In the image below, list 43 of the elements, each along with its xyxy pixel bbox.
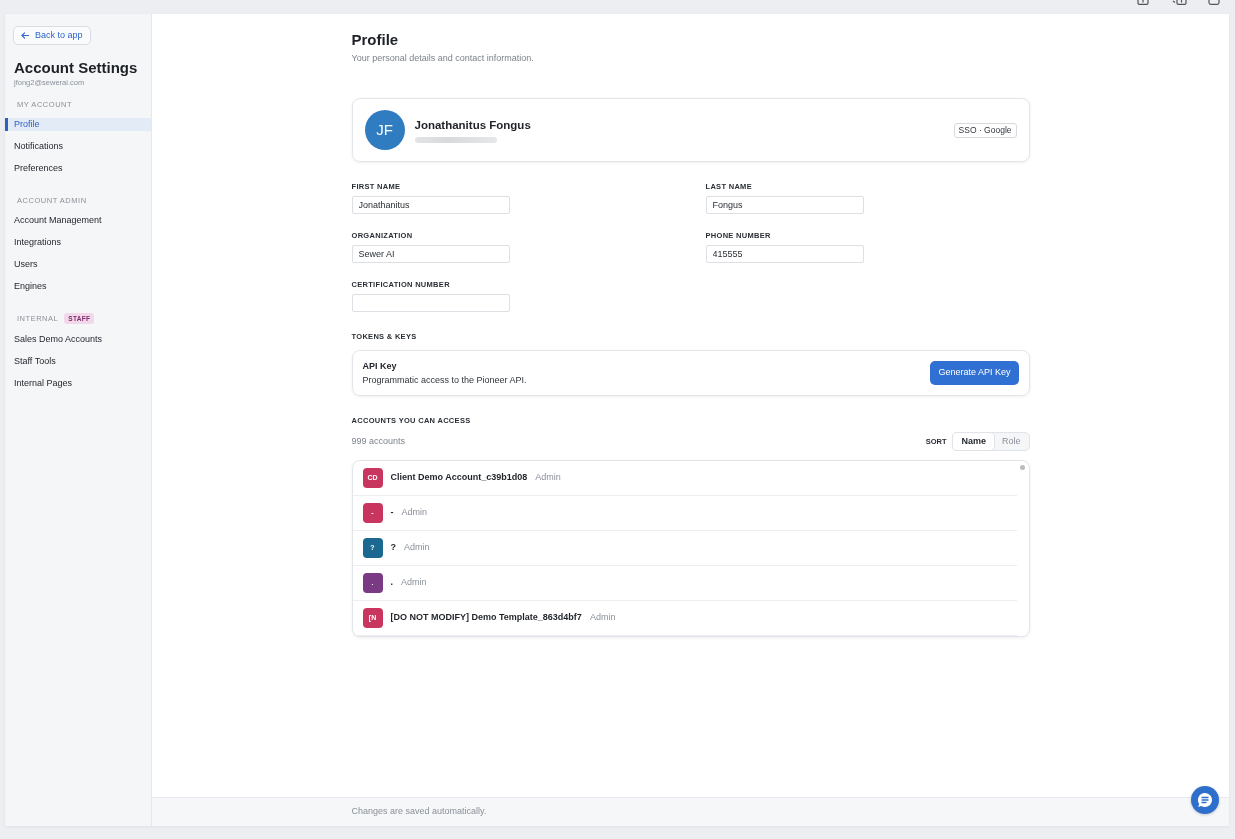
sidebar-item[interactable]: Engines (5, 280, 151, 293)
chat-icon (1197, 792, 1213, 808)
back-button[interactable]: Back to app (13, 26, 91, 45)
sort-option[interactable]: Name (953, 433, 994, 450)
sidebar-title: Account Settings (14, 59, 139, 77)
text-field[interactable]: Jonathanitus (351, 196, 510, 214)
role-label: Admin (589, 611, 616, 625)
page-subtitle: Your personal details and contact information. (351, 52, 535, 64)
footer-note: Changes are saved automatically. (351, 806, 487, 817)
box-icon[interactable] (1137, 0, 1149, 5)
account-name: Client Demo Account_c39b1d08 (390, 471, 528, 485)
box-arrow-icon[interactable] (1172, 0, 1187, 5)
sidebar-item[interactable]: Preferences (5, 162, 151, 175)
role-label: Admin (401, 576, 427, 590)
page-title: Profile (351, 31, 400, 49)
generate-api-key-button[interactable]: Generate API Key (930, 361, 1019, 385)
sidebar-item[interactable]: Staff Tools (5, 355, 151, 368)
card-description: Programmatic access to the Pioneer API. (362, 374, 527, 386)
text-field[interactable] (351, 294, 510, 312)
user-name: Jonathanitus Fongus (414, 117, 531, 132)
sidebar-item[interactable]: Internal Pages (5, 377, 151, 390)
text-field[interactable]: Fongus (705, 196, 864, 214)
card-title: API Key (362, 360, 398, 372)
account-name: - (390, 506, 394, 520)
sidebar-item[interactable]: Sales Demo Accounts (5, 333, 151, 346)
account-name: [DO NOT MODIFY] Demo Template_863d4bf7 (390, 611, 582, 625)
role-label: Admin (535, 471, 561, 485)
account-name: ? (390, 541, 396, 555)
account-name: . (390, 576, 393, 590)
role-label: Admin (404, 541, 430, 555)
sidebar-item[interactable]: Users (5, 258, 151, 271)
account-count: 999 accounts (351, 434, 406, 448)
role-label: Admin (401, 506, 427, 520)
text-field[interactable]: 415555 (705, 245, 864, 263)
arrow-left-icon (21, 32, 29, 39)
scrollbar-thumb[interactable] (1019, 465, 1025, 470)
avatar: JF (364, 110, 405, 150)
sidebar-item[interactable]: Notifications (5, 140, 151, 153)
text-field[interactable]: Sewer AI (351, 245, 510, 263)
auth-tag: SSO · Google (953, 122, 1017, 138)
sidebar-item[interactable]: Integrations (5, 236, 151, 249)
sidebar-item[interactable]: Profile (5, 118, 151, 131)
sidebar-item[interactable]: Account Management (5, 214, 151, 227)
